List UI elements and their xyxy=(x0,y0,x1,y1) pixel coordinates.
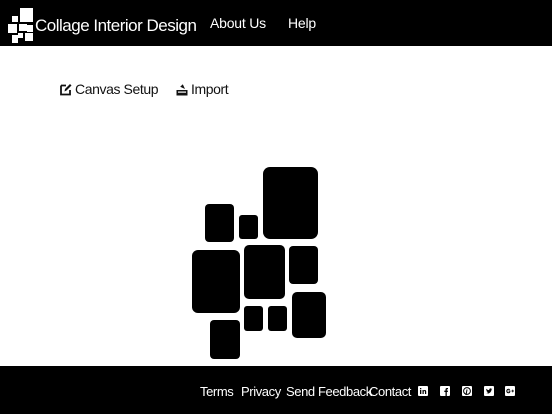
collage-tile xyxy=(263,167,318,239)
app-page: Collage Interior Design About Us Help Ca… xyxy=(0,0,552,414)
collage-tile xyxy=(244,245,285,299)
collage-tile xyxy=(292,292,326,338)
facebook-icon[interactable] xyxy=(440,386,450,396)
collage-tile xyxy=(289,246,318,284)
linkedin-icon[interactable] xyxy=(418,386,428,396)
collage-tile xyxy=(244,306,263,331)
footer-link-send-feedback[interactable]: Send Feedback xyxy=(286,384,372,399)
collage-tile xyxy=(210,320,240,359)
footer-link-terms[interactable]: Terms xyxy=(200,384,234,399)
footer-bar: Terms Privacy Send Feedback Contact xyxy=(0,366,552,414)
twitter-icon[interactable] xyxy=(484,386,494,396)
footer-link-privacy[interactable]: Privacy xyxy=(241,384,281,399)
google-plus-icon[interactable] xyxy=(505,386,515,396)
collage-tile xyxy=(268,306,287,331)
pinterest-icon[interactable] xyxy=(462,386,472,396)
footer-link-contact[interactable]: Contact xyxy=(369,384,411,399)
collage-tile xyxy=(192,250,240,313)
collage-tile xyxy=(205,204,234,242)
collage-illustration xyxy=(192,167,326,359)
collage-tile xyxy=(239,215,258,239)
